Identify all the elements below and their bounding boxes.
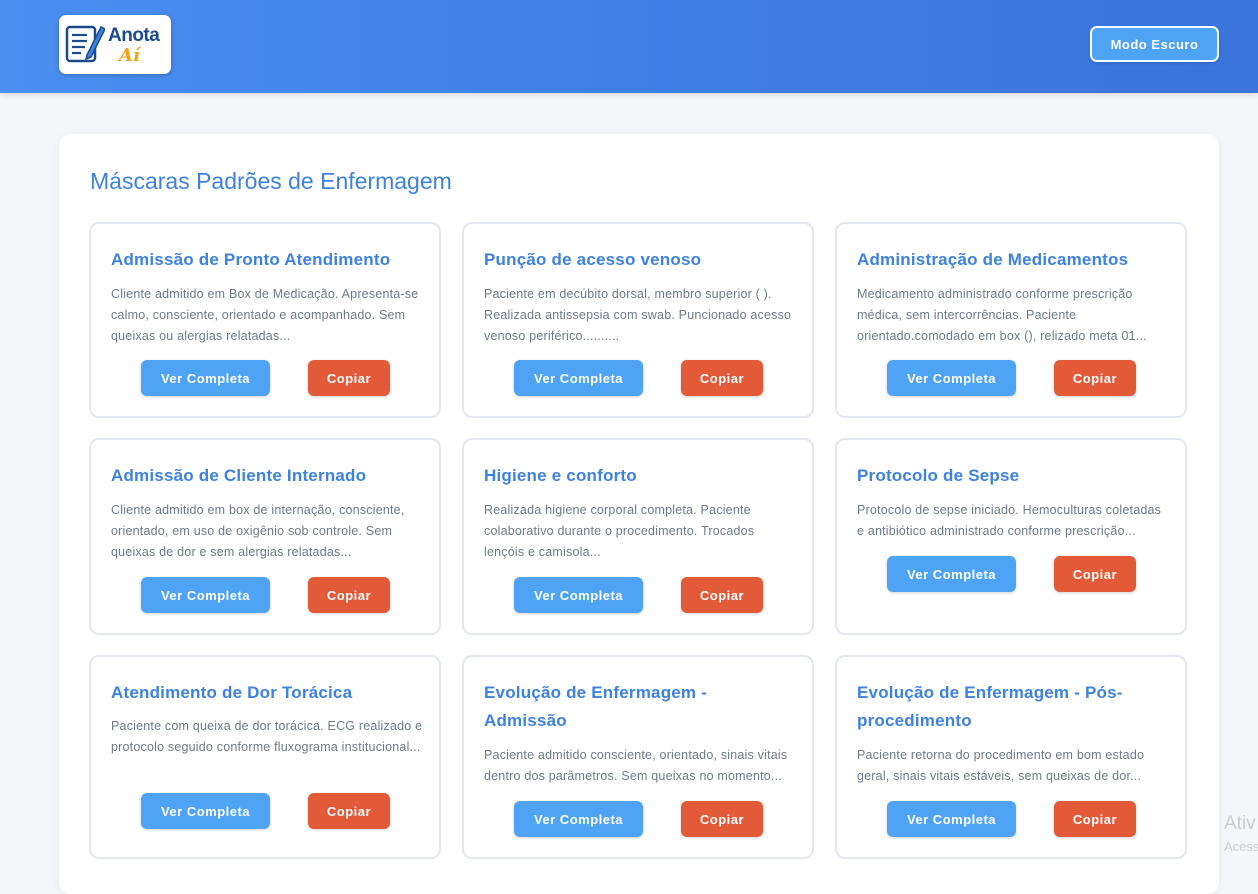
view-full-button[interactable]: Ver Completa bbox=[141, 793, 270, 829]
template-card: Admissão de Cliente Internado Cliente ad… bbox=[89, 438, 441, 635]
card-description: Cliente admitido em box de internação, c… bbox=[111, 503, 405, 559]
view-full-button[interactable]: Ver Completa bbox=[514, 360, 643, 396]
activation-watermark-title: Ativ bbox=[1224, 813, 1256, 834]
copy-button[interactable]: Copiar bbox=[308, 360, 390, 396]
card-title: Admissão de Pronto Atendimento bbox=[111, 250, 391, 269]
copy-button[interactable]: Copiar bbox=[681, 801, 763, 837]
card-title: Admissão de Cliente Internado bbox=[111, 466, 367, 485]
template-card: Protocolo de Sepse Protocolo de sepse in… bbox=[835, 438, 1187, 635]
copy-button[interactable]: Copiar bbox=[1054, 360, 1136, 396]
template-card: Atendimento de Dor Torácica Paciente com… bbox=[89, 655, 441, 859]
copy-button[interactable]: Copiar bbox=[1054, 556, 1136, 592]
copy-button[interactable]: Copiar bbox=[308, 577, 390, 613]
card-description: Medicamento administrado conforme prescr… bbox=[857, 287, 1147, 343]
template-card: Punção de acesso venoso Paciente em decú… bbox=[462, 222, 814, 418]
card-description: Realizada higiene corporal completa. Pac… bbox=[484, 503, 755, 559]
template-card: Higiene e conforto Realizada higiene cor… bbox=[462, 438, 814, 635]
app-logo[interactable]: Anota Aí bbox=[59, 15, 171, 74]
logo-text-ai: Aí bbox=[119, 45, 140, 66]
card-description: Cliente admitido em Box de Medicação. Ap… bbox=[111, 287, 419, 343]
card-title: Administração de Medicamentos bbox=[857, 250, 1129, 269]
card-title: Evolução de Enfermagem - Pós-procediment… bbox=[857, 683, 1123, 730]
card-description: Paciente admitido consciente, orientado,… bbox=[484, 748, 788, 783]
card-title: Protocolo de Sepse bbox=[857, 466, 1020, 485]
template-card: Administração de Medicamentos Medicament… bbox=[835, 222, 1187, 418]
card-description: Paciente com queixa de dor torácica. ECG… bbox=[111, 719, 423, 754]
view-full-button[interactable]: Ver Completa bbox=[887, 556, 1016, 592]
notepad-pen-icon bbox=[65, 25, 105, 63]
view-full-button[interactable]: Ver Completa bbox=[514, 801, 643, 837]
copy-button[interactable]: Copiar bbox=[681, 577, 763, 613]
dark-mode-button[interactable]: Modo Escuro bbox=[1090, 26, 1219, 62]
card-description: Paciente em decúbito dorsal, membro supe… bbox=[484, 287, 792, 343]
copy-button[interactable]: Copiar bbox=[681, 360, 763, 396]
card-title: Atendimento de Dor Torácica bbox=[111, 683, 353, 702]
app-header: Anota Aí Modo Escuro bbox=[0, 0, 1258, 93]
template-card: Evolução de Enfermagem - Pós-procediment… bbox=[835, 655, 1187, 859]
activation-watermark-subtitle: Acess bbox=[1224, 839, 1258, 854]
card-description: Protocolo de sepse iniciado. Hemocultura… bbox=[857, 503, 1162, 538]
page-title: Máscaras Padrões de Enfermagem bbox=[90, 168, 452, 194]
view-full-button[interactable]: Ver Completa bbox=[141, 577, 270, 613]
copy-button[interactable]: Copiar bbox=[1054, 801, 1136, 837]
card-title: Punção de acesso venoso bbox=[484, 250, 702, 269]
view-full-button[interactable]: Ver Completa bbox=[887, 360, 1016, 396]
view-full-button[interactable]: Ver Completa bbox=[514, 577, 643, 613]
copy-button[interactable]: Copiar bbox=[308, 793, 390, 829]
view-full-button[interactable]: Ver Completa bbox=[141, 360, 270, 396]
view-full-button[interactable]: Ver Completa bbox=[887, 801, 1016, 837]
card-title: Evolução de Enfermagem - Admissão bbox=[484, 683, 708, 730]
card-description: Paciente retorna do procedimento em bom … bbox=[857, 748, 1145, 783]
card-title: Higiene e conforto bbox=[484, 466, 637, 485]
logo-text-anota: Anota bbox=[108, 25, 160, 46]
template-card: Admissão de Pronto Atendimento Cliente a… bbox=[89, 222, 441, 418]
template-card: Evolução de Enfermagem - Admissão Pacien… bbox=[462, 655, 814, 859]
